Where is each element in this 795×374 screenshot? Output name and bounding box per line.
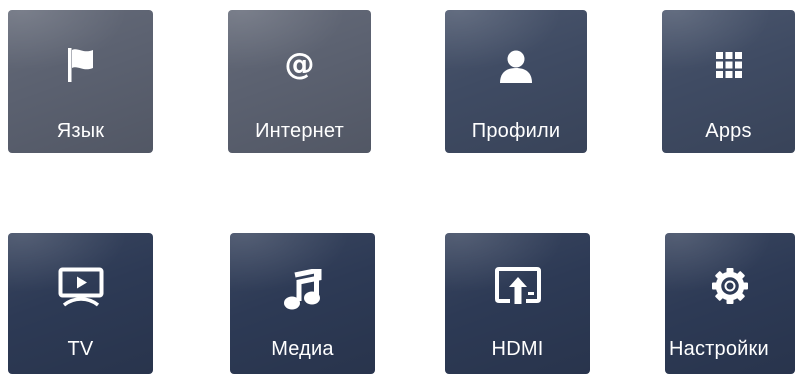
app-grid-icon (715, 52, 742, 78)
tile-language-label: Язык (56, 120, 105, 142)
tile-apps[interactable]: Apps (662, 10, 795, 153)
tile-settings-label: Настройки (669, 338, 769, 360)
tile-language[interactable]: Язык (8, 10, 153, 153)
tile-profiles-label: Профили (471, 120, 561, 142)
gear-icon (711, 267, 749, 305)
tile-internet[interactable]: @ Интернет (228, 10, 371, 153)
tile-tv-label: TV (67, 338, 94, 360)
music-note-icon (283, 269, 323, 311)
tile-hdmi[interactable]: HDMI (445, 233, 590, 374)
tile-settings[interactable]: Настройки (665, 233, 795, 374)
tv-play-icon (58, 267, 104, 307)
tile-tv[interactable]: TV (8, 233, 153, 374)
at-sign-icon: @ (284, 47, 315, 82)
flag-icon (66, 46, 96, 84)
user-icon (497, 48, 535, 84)
tile-apps-label: Apps (705, 120, 752, 142)
tile-hdmi-label: HDMI (491, 338, 544, 360)
tile-media-label: Медиа (271, 338, 334, 360)
hdmi-input-icon (494, 267, 541, 305)
tile-media[interactable]: Медиа (230, 233, 375, 374)
tile-profiles[interactable]: Профили (445, 10, 587, 153)
tile-internet-label: Интернет (255, 120, 344, 142)
